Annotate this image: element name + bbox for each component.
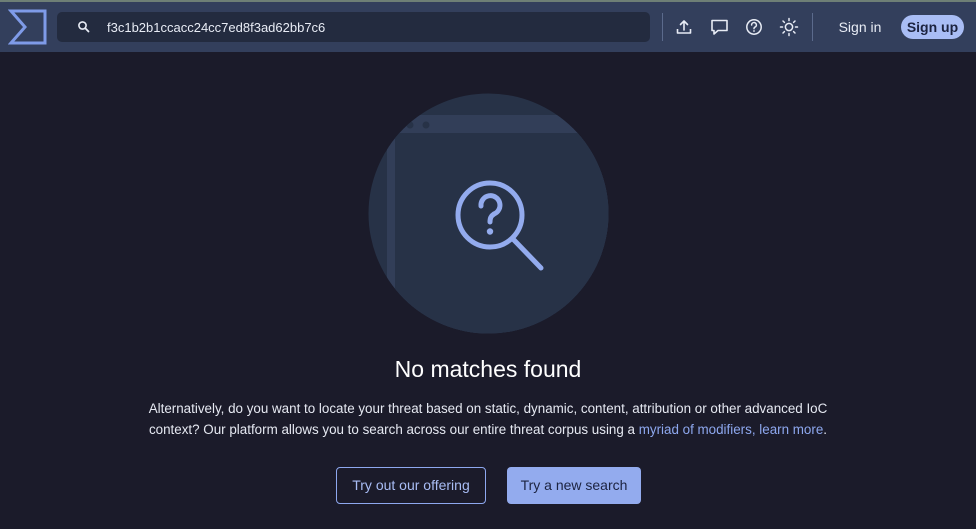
search-bar[interactable] [57,12,650,42]
theme-sun-icon[interactable] [777,15,801,39]
sign-up-button[interactable]: Sign up [901,15,964,39]
search-input[interactable] [107,12,637,42]
page-title: No matches found [394,356,582,382]
comment-icon[interactable] [707,15,731,39]
search-icon [77,20,91,34]
help-icon[interactable] [742,15,766,39]
logo-icon[interactable] [7,9,48,45]
modifiers-learn-more-link[interactable]: myriad of modifiers, learn more [639,422,824,437]
description-end: . [823,422,828,437]
new-search-button[interactable]: Try a new search [507,467,641,504]
sign-in-button[interactable]: Sign in [832,15,888,39]
divider [662,13,663,41]
no-results-description: Alternatively, do you want to locate you… [138,398,838,440]
divider [812,13,813,41]
no-results-illustration [368,93,609,334]
upload-icon[interactable] [672,15,696,39]
try-offering-button[interactable]: Try out our offering [336,467,486,504]
top-navbar: Sign in Sign up [0,2,976,52]
